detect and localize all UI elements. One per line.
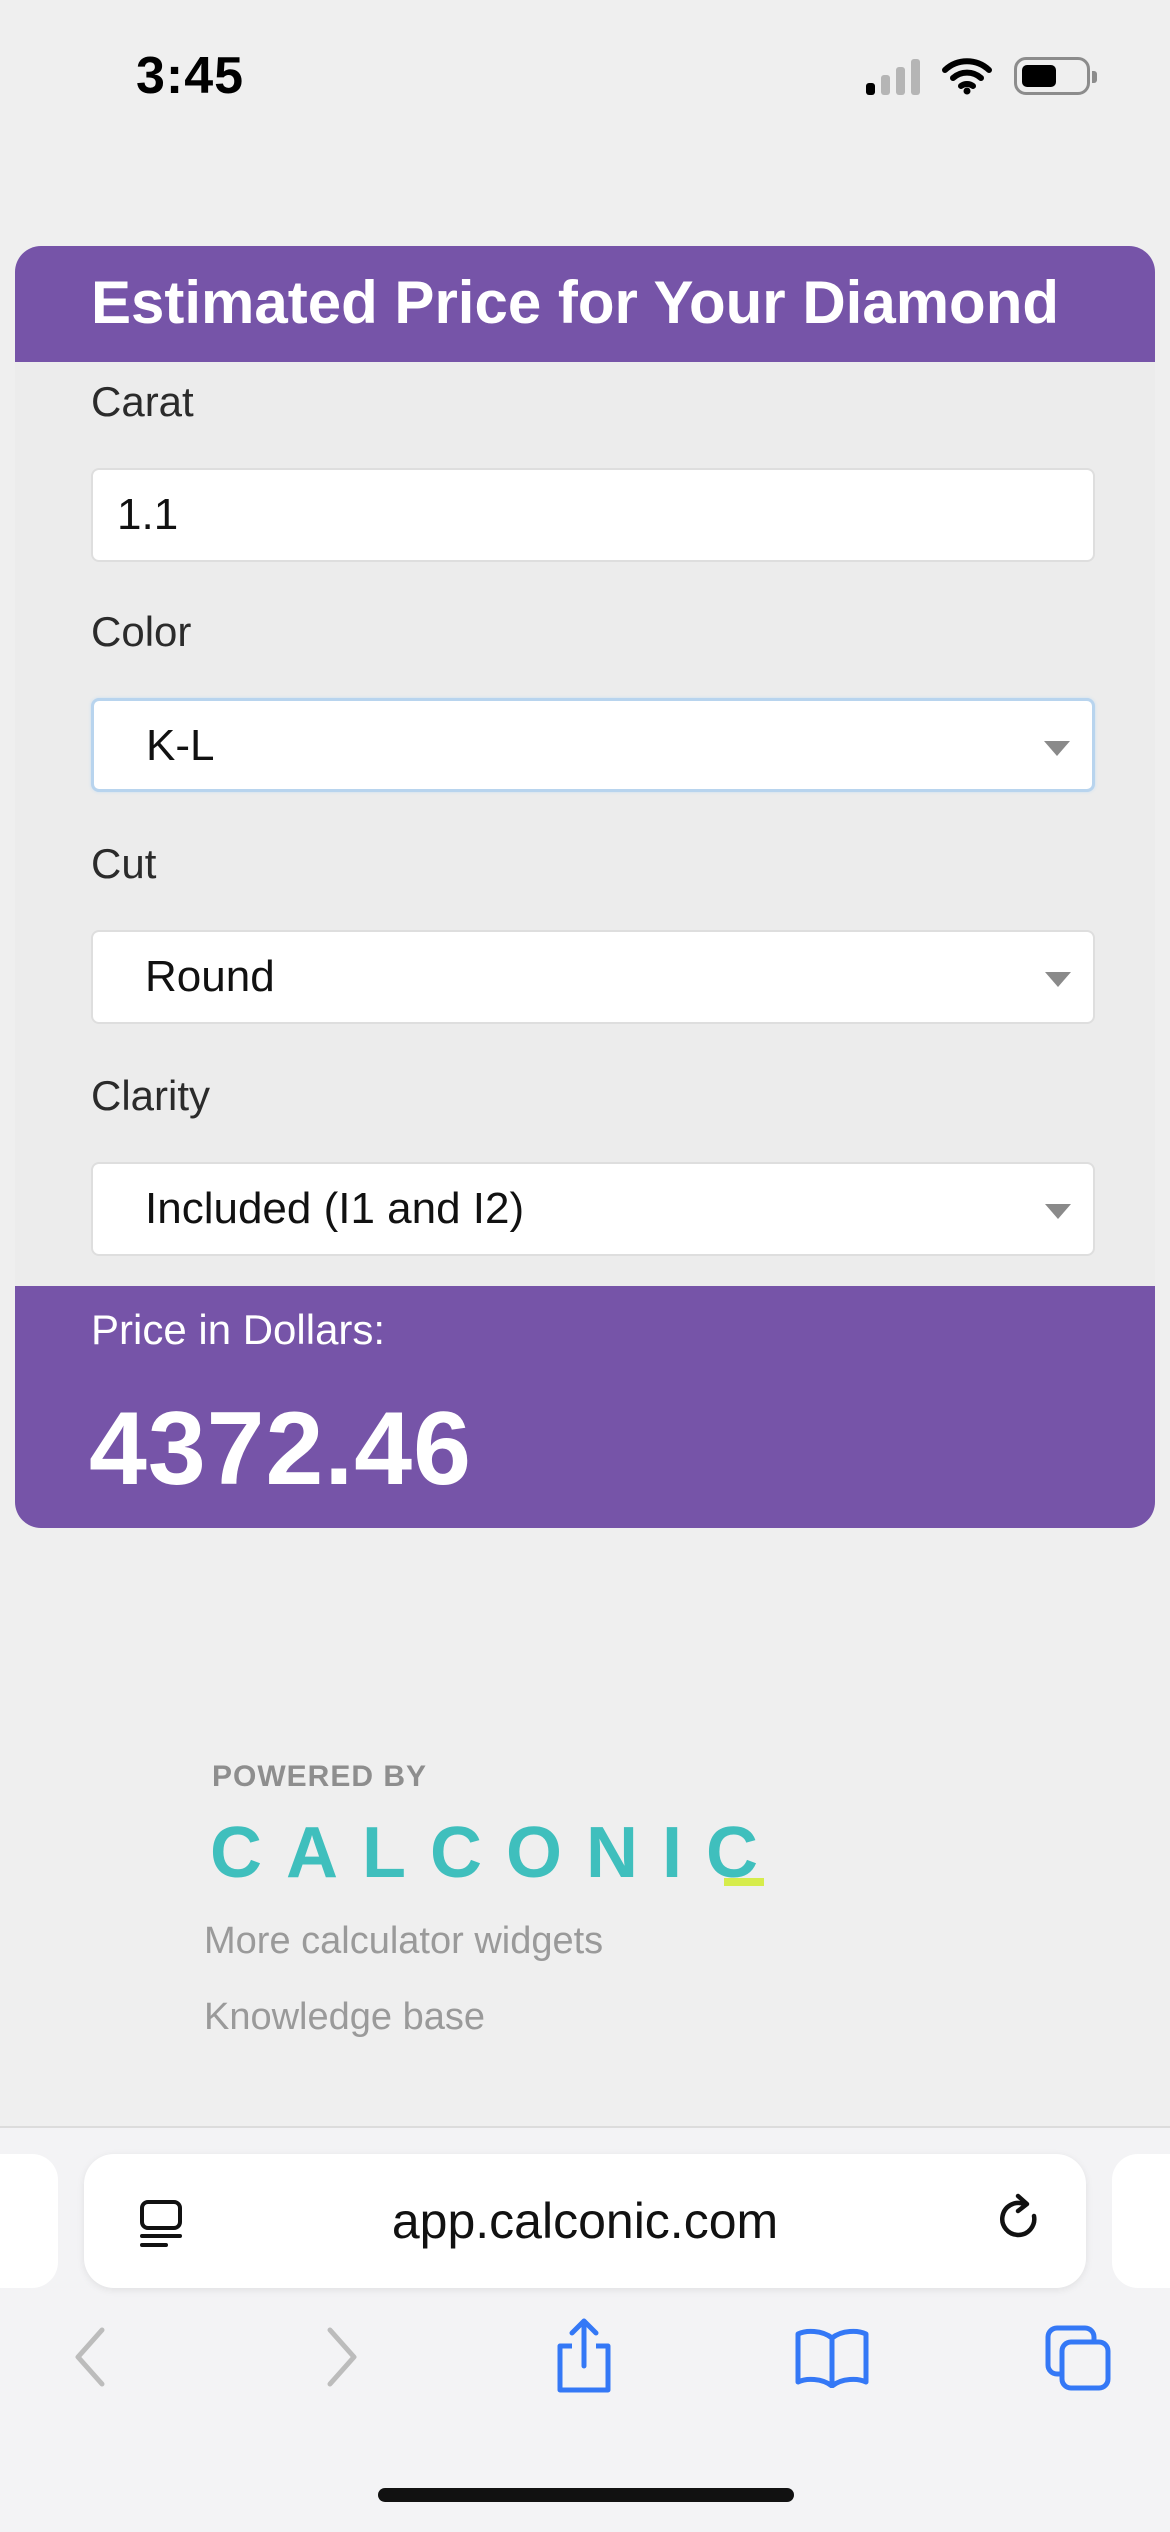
logo-underscore [724,1878,764,1886]
cut-select-value: Round [145,952,275,1001]
reload-icon[interactable] [994,2192,1046,2248]
previous-tab-preview[interactable] [0,2154,58,2288]
back-icon[interactable] [66,2322,116,2392]
wifi-icon [942,58,992,95]
result-panel: Price in Dollars: 4372.46 [15,1286,1155,1528]
address-bar[interactable]: app.calconic.com [84,2154,1086,2288]
status-icons [866,54,1097,98]
calconic-logo[interactable]: CALCONIC [210,1812,782,1894]
price-result: 4372.46 [89,1391,472,1507]
chevron-down-icon [1045,1204,1071,1219]
powered-by-label: POWERED BY [212,1760,428,1793]
calculator-title: Estimated Price for Your Diamond [91,269,1059,336]
cut-label: Cut [91,840,157,887]
chevron-down-icon [1045,972,1071,987]
clarity-select[interactable]: Included (I1 and I2) [91,1162,1095,1256]
status-time: 3:45 [136,47,245,105]
carat-label: Carat [91,378,194,425]
cut-select[interactable]: Round [91,930,1095,1024]
screen: 3:45 Estimated Price for Your Diamond Ca… [0,0,1170,2532]
next-tab-preview[interactable] [1112,2154,1170,2288]
clarity-label: Clarity [91,1072,211,1119]
bookmarks-icon[interactable] [794,2328,870,2388]
color-select[interactable]: K-L [91,698,1095,792]
url-text: app.calconic.com [391,2193,779,2249]
color-label: Color [91,608,192,655]
share-icon[interactable] [552,2316,616,2396]
tabs-icon[interactable] [1044,2324,1114,2394]
more-widgets-link[interactable]: More calculator widgets [204,1920,603,1963]
clarity-select-value: Included (I1 and I2) [145,1184,525,1233]
signal-icon [866,57,920,95]
home-indicator[interactable] [378,2488,794,2502]
carat-input[interactable]: 1.1 [91,468,1095,562]
chevron-down-icon [1044,741,1070,756]
knowledge-base-link[interactable]: Knowledge base [204,1996,485,2039]
battery-icon [1014,57,1097,95]
result-label: Price in Dollars: [91,1306,386,1353]
calculator-header: Estimated Price for Your Diamond [15,246,1155,362]
forward-icon[interactable] [316,2322,366,2392]
color-select-value: K-L [146,721,215,770]
